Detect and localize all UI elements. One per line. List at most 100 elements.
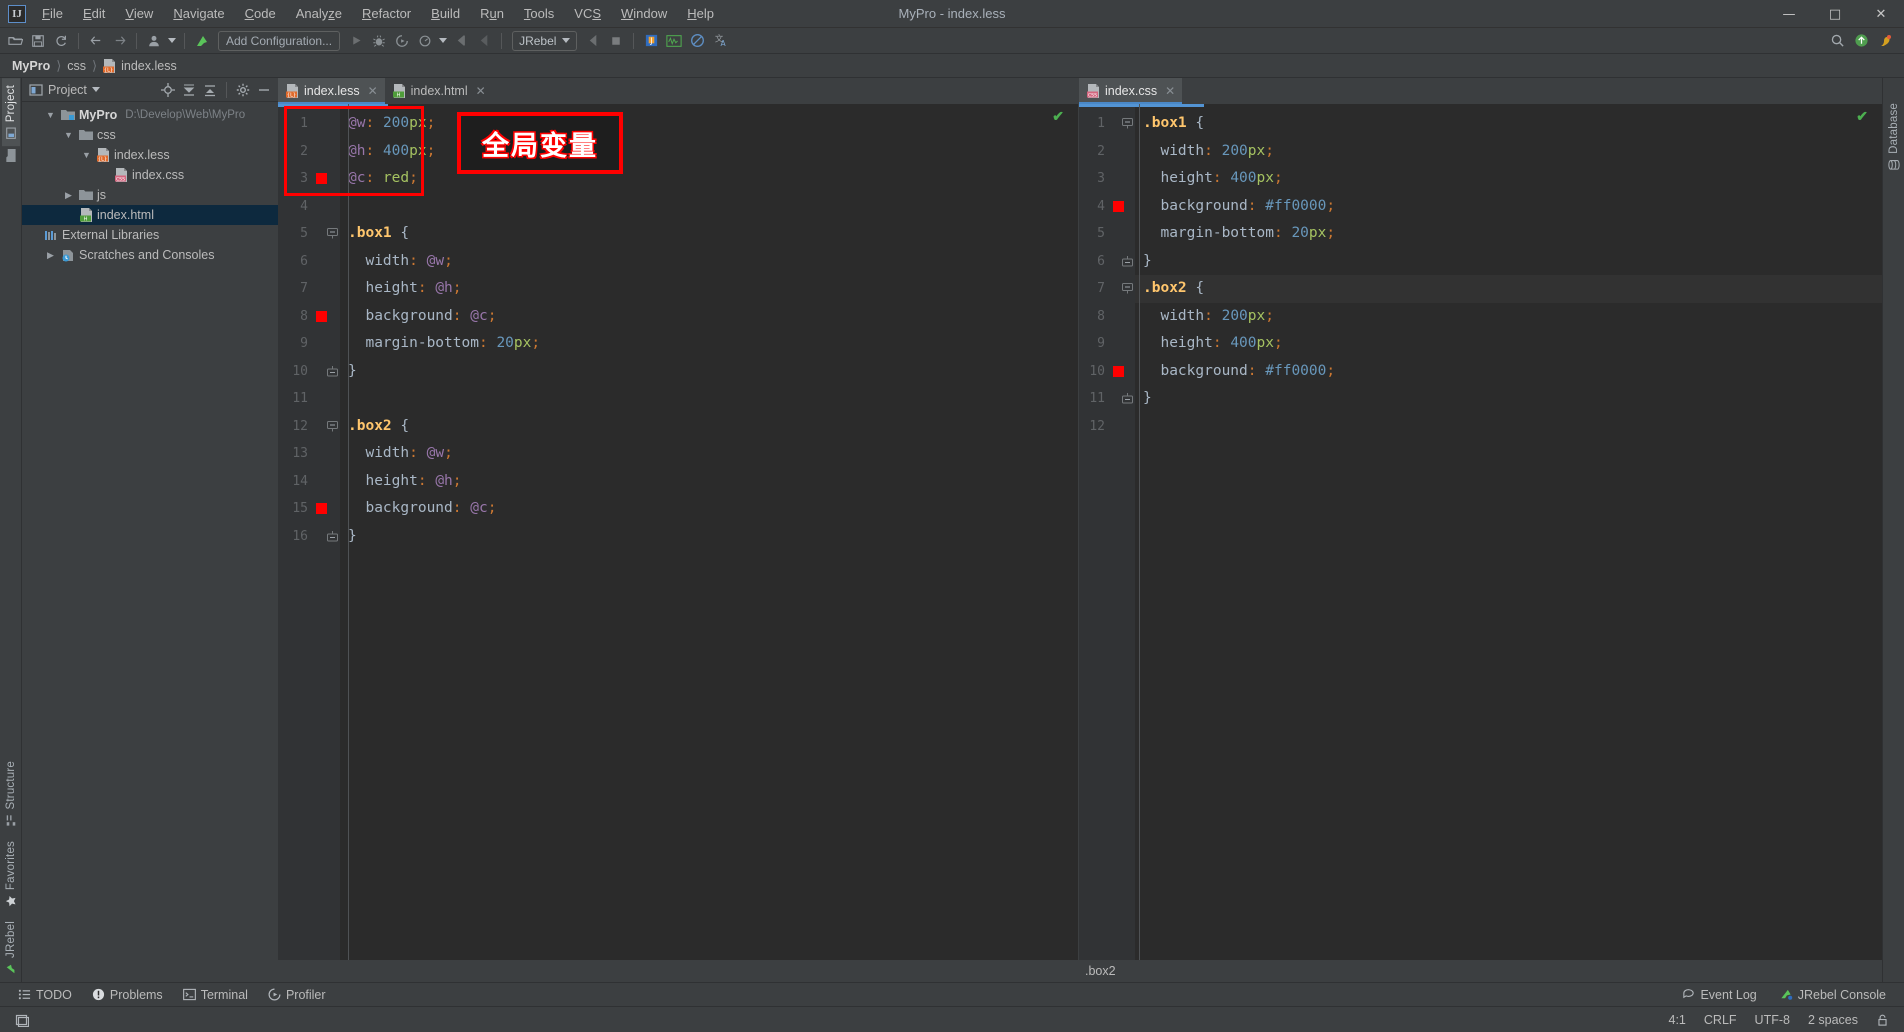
gutter-line[interactable]: 1 [1079,110,1135,138]
code-line[interactable]: .box2 { [340,413,1078,441]
fold-region-open-icon[interactable] [1122,118,1133,129]
gutter-line[interactable]: 5 [1079,220,1135,248]
indent-setting[interactable]: 2 spaces [1799,1011,1867,1029]
gutter-line[interactable]: 2 [278,138,340,166]
code-line[interactable]: background: #ff0000; [1135,358,1882,386]
color-preview-swatch[interactable] [316,503,327,514]
code-line[interactable]: height: @h; [340,468,1078,496]
gutter-marker[interactable] [314,311,328,322]
lock-icon[interactable] [1867,1011,1898,1029]
update-available-icon[interactable] [1850,30,1872,52]
gutter-line[interactable]: 7 [1079,275,1135,303]
gutter-line[interactable]: 6 [278,248,340,276]
toolwindow-todo[interactable]: TODO [8,986,82,1004]
gutter-line[interactable]: 6 [1079,248,1135,276]
menu-vcs[interactable]: VCS [564,2,611,26]
stop-icon[interactable] [605,30,627,52]
close-icon[interactable]: ✕ [476,84,486,98]
run-with-coverage-icon[interactable] [391,30,413,52]
gutter-line[interactable]: 9 [1079,330,1135,358]
user-dropdown-caret-icon[interactable] [166,30,178,52]
code-line[interactable]: height: 400px; [1135,165,1882,193]
gutter-line[interactable]: 3 [1079,165,1135,193]
attach-process-icon[interactable] [473,30,495,52]
toolwindow-profiler[interactable]: Profiler [258,986,336,1004]
locate-icon[interactable] [158,80,178,100]
code-line[interactable]: margin-bottom: 20px; [1135,220,1882,248]
menu-file[interactable]: File [32,2,73,26]
breadcrumb-item-file[interactable]: {L} index.less [99,58,181,74]
gutter-line[interactable]: 10 [278,358,340,386]
code-line[interactable]: height: @h; [340,275,1078,303]
code-line[interactable]: } [340,523,1078,551]
jrebel-logo-icon[interactable]: J [640,30,662,52]
close-icon[interactable]: ✕ [1165,84,1175,98]
tree-node-js[interactable]: ▶ js [22,185,278,205]
gutter-line[interactable]: 10 [1079,358,1135,386]
chevron-down-icon[interactable]: ▼ [62,130,75,140]
run-configuration-selector[interactable]: Add Configuration... [218,31,340,51]
make-project-icon[interactable] [191,30,213,52]
code-line[interactable]: width: @w; [340,248,1078,276]
jrebel-run-icon[interactable] [582,30,604,52]
tree-node-index-less[interactable]: ▼ {L} index.less [22,145,278,165]
gutter-line[interactable]: 7 [278,275,340,303]
settings-gear-icon[interactable] [233,80,253,100]
color-preview-swatch[interactable] [316,311,327,322]
code-line[interactable] [340,193,1078,221]
chevron-down-icon[interactable]: ▼ [80,150,93,160]
gutter-line[interactable]: 11 [1079,385,1135,413]
profile-dropdown-caret-icon[interactable] [437,30,449,52]
search-everywhere-icon[interactable] [1826,30,1848,52]
code-text-less[interactable]: @w: 200px;@h: 400px;@c: red; .box1 { wid… [340,104,1078,960]
code-line[interactable]: @h: 400px; [340,138,1078,166]
color-preview-swatch[interactable] [316,173,327,184]
color-preview-swatch[interactable] [1113,366,1124,377]
menu-navigate[interactable]: Navigate [163,2,234,26]
code-line[interactable]: background: @c; [340,495,1078,523]
gutter-line[interactable]: 16 [278,523,340,551]
tab-index-less[interactable]: {L} index.less ✕ [278,78,385,104]
tab-index-css[interactable]: CSS index.css ✕ [1079,78,1182,104]
inspection-status-icon[interactable]: ✔ [1856,108,1868,125]
fold-region-end-icon[interactable] [327,366,338,377]
tree-node-scratches-and-consoles[interactable]: ▶ Scratches and Consoles [22,245,278,265]
gutter-marker[interactable] [314,173,328,184]
code-line[interactable]: height: 400px; [1135,330,1882,358]
maximize-button[interactable]: □ [1812,0,1858,28]
gutter-line[interactable]: 4 [1079,193,1135,221]
tree-node-css[interactable]: ▼ css [22,125,278,145]
menu-run[interactable]: Run [470,2,514,26]
tree-node-index-html[interactable]: H index.html [22,205,278,225]
code-line[interactable]: margin-bottom: 20px; [340,330,1078,358]
inspection-status-icon[interactable]: ✔ [1052,108,1064,125]
gutter-line[interactable]: 3 [278,165,340,193]
menu-code[interactable]: Code [235,2,286,26]
sidebar-tab-database[interactable]: Database [1885,96,1903,178]
tree-node-mypro[interactable]: ▼ MyPro D:\Develop\Web\MyPro [22,105,278,125]
code-line[interactable] [340,385,1078,413]
code-line[interactable]: background: #ff0000; [1135,193,1882,221]
menu-help[interactable]: Help [677,2,724,26]
code-line[interactable]: width: 200px; [1135,303,1882,331]
collapse-all-icon[interactable] [200,80,220,100]
event-log-button[interactable]: Event Log [1672,986,1766,1004]
sidebar-tab-folder[interactable] [1,146,20,165]
minimize-button[interactable]: — [1766,0,1812,28]
gutter-marker[interactable] [1111,201,1125,212]
sidebar-tab-favorites[interactable]: Favorites [2,834,20,914]
fold-region-end-icon[interactable] [1122,393,1133,404]
code-line[interactable]: width: @w; [340,440,1078,468]
breadcrumb-item-project[interactable]: MyPro [8,58,54,74]
expand-all-icon[interactable] [179,80,199,100]
code-line[interactable]: } [1135,385,1882,413]
gutter-line[interactable]: 13 [278,440,340,468]
chevron-down-icon[interactable] [92,87,100,92]
menu-build[interactable]: Build [421,2,470,26]
jrebel-console-button[interactable]: JRebel Console [1769,986,1896,1004]
no-entry-icon[interactable] [686,30,708,52]
gutter-marker[interactable] [314,503,328,514]
open-folder-icon[interactable] [4,30,26,52]
fold-region-end-icon[interactable] [327,531,338,542]
chevron-down-icon[interactable]: ▼ [44,110,57,120]
